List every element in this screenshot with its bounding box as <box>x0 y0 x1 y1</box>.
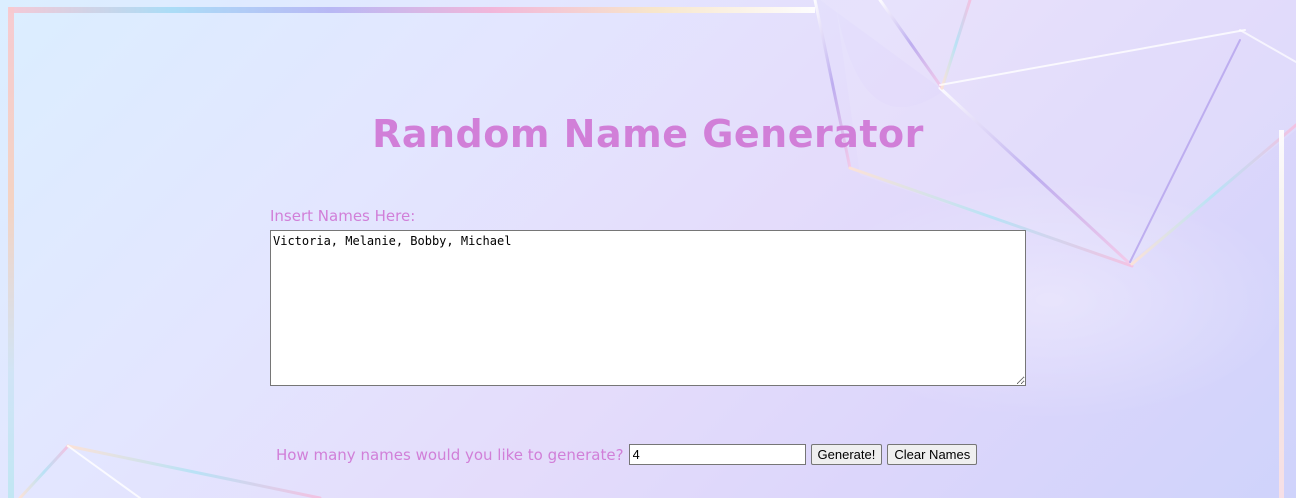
clear-names-button[interactable]: Clear Names <box>887 444 978 465</box>
decorative-frame-right <box>1279 130 1284 498</box>
count-label: How many names would you like to generat… <box>276 445 624 464</box>
count-row: How many names would you like to generat… <box>276 443 982 466</box>
page-title: Random Name Generator <box>372 112 924 156</box>
count-input[interactable] <box>628 444 806 465</box>
names-label: Insert Names Here: <box>270 207 416 225</box>
decorative-frame-left <box>8 7 14 498</box>
generate-button[interactable]: Generate! <box>810 444 883 465</box>
names-textarea[interactable]: Victoria, Melanie, Bobby, Michael <box>270 230 1026 386</box>
decorative-frame-top <box>9 7 815 13</box>
